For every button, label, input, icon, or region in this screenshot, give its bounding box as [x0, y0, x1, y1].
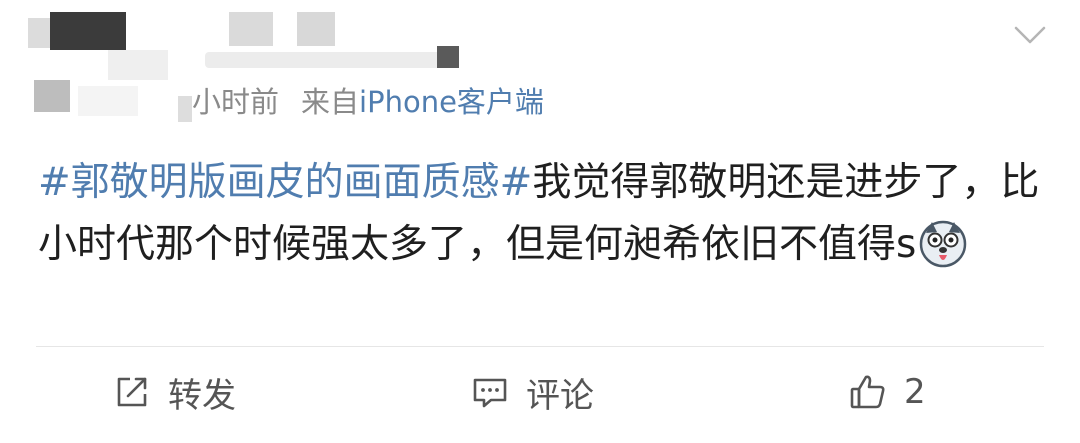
comment-label: 评论 [526, 375, 594, 416]
thumbs-up-icon [850, 375, 885, 409]
comment-bubble-icon [473, 378, 507, 408]
husky-dog-emoji-icon [920, 220, 967, 268]
repost-edit-icon [117, 377, 147, 407]
divider [36, 346, 1044, 347]
avatar[interactable] [28, 10, 192, 122]
username-pixel-block [297, 12, 335, 46]
source-prefix: 来自 [301, 85, 360, 119]
username-pixel-block [205, 52, 457, 68]
like-count: 2 [904, 372, 926, 412]
repost-button[interactable]: 转发 [112, 368, 236, 416]
avatar-pixel-block [108, 50, 168, 80]
hashtag-link[interactable]: #郭敬明版画皮的画面质感# [38, 160, 532, 205]
avatar-pixel-block [178, 96, 192, 122]
avatar-pixel-block [34, 80, 70, 112]
username-pixel-block [437, 46, 459, 68]
avatar-pixel-block [50, 12, 126, 50]
post-suffix: s [896, 222, 917, 267]
chevron-down-icon[interactable] [1008, 18, 1052, 50]
avatar-pixel-block [78, 86, 138, 116]
post-source[interactable]: iPhone客户端 [359, 85, 544, 119]
post-content: #郭敬明版画皮的画面质感#我觉得郭敬明还是进步了，比小时代那个时候强太多了，但是… [38, 152, 1048, 276]
repost-label: 转发 [168, 375, 236, 416]
post-time: 小时前 [192, 85, 280, 119]
like-button[interactable]: 2 [848, 368, 926, 416]
username-blurred[interactable] [205, 12, 475, 72]
username-pixel-block [229, 12, 273, 46]
comment-button[interactable]: 评论 [470, 368, 594, 416]
avatar-pixel-block [28, 18, 50, 48]
post-meta: 小时前 来自iPhone客户端 [192, 82, 544, 122]
